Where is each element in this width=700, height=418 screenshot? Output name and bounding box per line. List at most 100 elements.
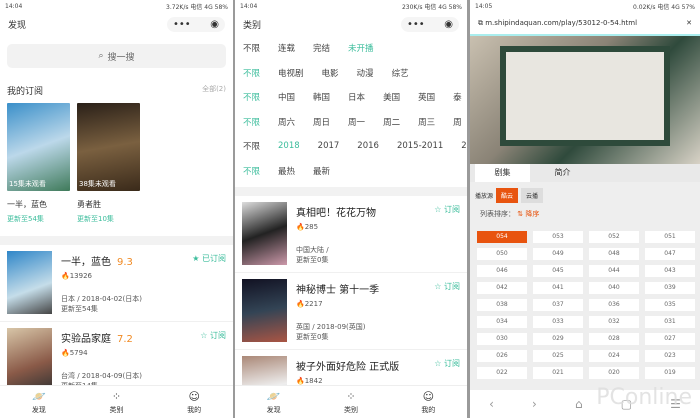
tab-mine[interactable]: ☺ 我的 <box>155 386 233 418</box>
episode-button[interactable]: 024 <box>589 350 639 362</box>
filter-option[interactable]: 未开播 <box>348 42 374 54</box>
filter-option[interactable]: 韩国 <box>313 91 330 103</box>
episode-button[interactable]: 047 <box>645 248 695 260</box>
filter-option[interactable]: 英国 <box>418 91 435 103</box>
episode-button[interactable]: 049 <box>533 248 583 260</box>
episode-button[interactable]: 034 <box>477 316 527 328</box>
list-item[interactable]: 神秘博士 第十一季 🔥2217 英国 / 2018-09(英国) 更新至0集 ☆ 订阅 <box>235 273 467 350</box>
episode-button[interactable]: 043 <box>645 265 695 277</box>
tab-episodes[interactable]: 剧集 <box>475 164 530 182</box>
filter-option[interactable]: 电视剧 <box>278 67 304 79</box>
filter-option[interactable]: 不限 <box>243 42 260 54</box>
episode-button[interactable]: 038 <box>477 299 527 311</box>
filter-option[interactable]: 不限 <box>243 67 260 79</box>
back-icon[interactable]: ‹ <box>489 397 494 411</box>
forward-icon[interactable]: › <box>532 397 537 411</box>
episode-button[interactable]: 020 <box>589 367 639 379</box>
filter-option[interactable]: 201 <box>461 141 467 151</box>
source-button[interactable]: 云播 <box>521 188 544 203</box>
episode-button[interactable]: 044 <box>589 265 639 277</box>
episode-button[interactable]: 046 <box>477 265 527 277</box>
filter-option[interactable]: 不限 <box>243 165 260 177</box>
filter-option[interactable]: 周六 <box>278 116 295 128</box>
episode-button[interactable]: 027 <box>645 333 695 345</box>
episode-button[interactable]: 026 <box>477 350 527 362</box>
close-icon[interactable]: ✕ <box>686 19 692 27</box>
sort-toggle[interactable]: ⇅ 降序 <box>517 210 539 218</box>
filter-option[interactable]: 2015-2011 <box>397 141 443 151</box>
filter-option[interactable]: 周三 <box>418 116 435 128</box>
episode-button[interactable]: 050 <box>477 248 527 260</box>
tab-discover[interactable]: 🪐 发现 <box>235 386 312 418</box>
episode-button[interactable]: 040 <box>589 282 639 294</box>
episode-button[interactable]: 037 <box>533 299 583 311</box>
filter-option[interactable]: 不限 <box>243 140 260 152</box>
filter-option[interactable]: 连载 <box>278 42 295 54</box>
close-target-icon[interactable]: ◉ <box>444 19 453 30</box>
episode-button[interactable]: 032 <box>589 316 639 328</box>
tab-intro[interactable]: 简介 <box>535 164 590 182</box>
episode-button[interactable]: 039 <box>645 282 695 294</box>
filter-option[interactable]: 周日 <box>313 116 330 128</box>
episode-button[interactable]: 025 <box>533 350 583 362</box>
subscribe-button[interactable]: ☆ 订阅 <box>200 330 226 341</box>
tab-discover[interactable]: 🪐 发现 <box>0 386 78 418</box>
episode-button[interactable]: 033 <box>533 316 583 328</box>
episode-button[interactable]: 022 <box>477 367 527 379</box>
episode-button[interactable]: 021 <box>533 367 583 379</box>
filter-option[interactable]: 最新 <box>313 165 330 177</box>
url-bar[interactable]: ⧉ m.shipindaquan.com/play/53012-0-54.htm… <box>470 12 700 36</box>
episode-button[interactable]: 048 <box>589 248 639 260</box>
tab-category[interactable]: ⁘ 类别 <box>312 386 389 418</box>
home-icon[interactable]: ⌂ <box>575 397 583 411</box>
filter-option[interactable]: 中国 <box>278 91 295 103</box>
list-item[interactable]: 真相吧！花花万物 🔥285 中国大陆 / 更新至0集 ☆ 订阅 <box>235 196 467 273</box>
episode-button[interactable]: 045 <box>533 265 583 277</box>
filter-option[interactable]: 美国 <box>383 91 400 103</box>
subscription-card[interactable]: 15集未观看 一半，蓝色 更新至54集 <box>7 103 70 224</box>
episode-button[interactable]: 023 <box>645 350 695 362</box>
filter-option[interactable]: 2016 <box>357 141 379 151</box>
episode-button[interactable]: 054 <box>477 231 527 243</box>
filter-option[interactable]: 2018 <box>278 141 300 151</box>
subscribe-button[interactable]: ☆ 订阅 <box>434 204 460 215</box>
more-icon[interactable]: ••• <box>173 19 191 30</box>
filter-option[interactable]: 完结 <box>313 42 330 54</box>
close-target-icon[interactable]: ◉ <box>210 19 219 30</box>
episode-button[interactable]: 029 <box>533 333 583 345</box>
video-player[interactable] <box>470 36 700 164</box>
episode-button[interactable]: 035 <box>645 299 695 311</box>
filter-option[interactable]: 泰 <box>453 91 462 103</box>
subscription-card[interactable]: 38集未观看 勇者胜 更新至10集 <box>77 103 140 224</box>
episode-button[interactable]: 053 <box>533 231 583 243</box>
filter-option[interactable]: 2017 <box>318 141 340 151</box>
filter-option[interactable]: 最热 <box>278 165 295 177</box>
filter-option[interactable]: 不限 <box>243 91 260 103</box>
source-button[interactable]: 酷云 <box>496 188 519 203</box>
episode-button[interactable]: 042 <box>477 282 527 294</box>
filter-option[interactable]: 电影 <box>322 67 339 79</box>
episode-button[interactable]: 052 <box>589 231 639 243</box>
filter-option[interactable]: 周二 <box>383 116 400 128</box>
filter-option[interactable]: 综艺 <box>392 67 409 79</box>
episode-button[interactable]: 028 <box>589 333 639 345</box>
list-item[interactable]: 一半，蓝色 9.3 🔥13926 日本 / 2018-04-02(日本) 更新至54集 ★… <box>0 245 233 322</box>
subscribe-button[interactable]: ☆ 订阅 <box>434 358 460 369</box>
capsule-menu[interactable]: ••• ◉ <box>401 16 459 32</box>
episode-button[interactable]: 036 <box>589 299 639 311</box>
episode-button[interactable]: 030 <box>477 333 527 345</box>
capsule-menu[interactable]: ••• ◉ <box>167 16 225 32</box>
subscribe-button[interactable]: ☆ 订阅 <box>434 281 460 292</box>
tab-mine[interactable]: ☺ 我的 <box>390 386 467 418</box>
filter-option[interactable]: 周 <box>453 116 462 128</box>
search-input[interactable]: ⌕ 搜一搜 <box>7 44 226 68</box>
episode-button[interactable]: 031 <box>645 316 695 328</box>
filter-option[interactable]: 不限 <box>243 116 260 128</box>
episode-button[interactable]: 019 <box>645 367 695 379</box>
view-all-link[interactable]: 全部(2) <box>202 84 226 97</box>
subscribed-button[interactable]: ★ 已订阅 <box>192 253 226 264</box>
more-icon[interactable]: ••• <box>407 19 425 30</box>
episode-button[interactable]: 051 <box>645 231 695 243</box>
filter-option[interactable]: 动漫 <box>357 67 374 79</box>
filter-option[interactable]: 日本 <box>348 91 365 103</box>
